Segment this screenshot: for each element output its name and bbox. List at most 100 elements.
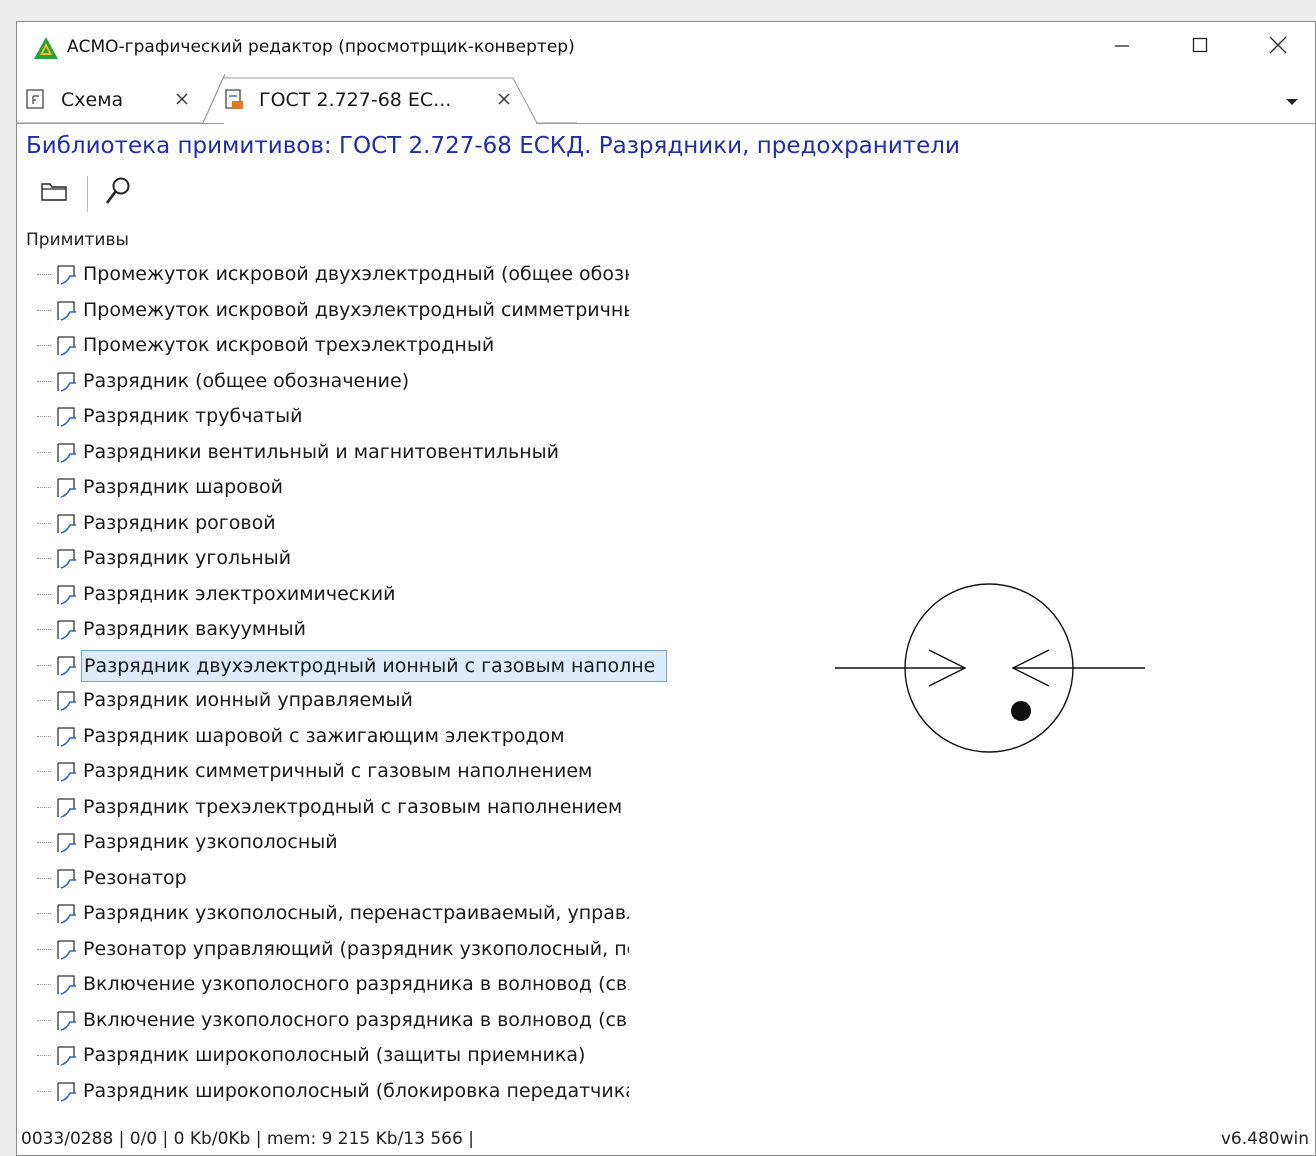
tree-item[interactable]: Включение узкополосного разрядника в вол… bbox=[17, 966, 697, 1002]
tab-library-label: ГОСТ 2.727-68 ЕС... bbox=[259, 89, 452, 111]
tree-connector bbox=[37, 1055, 51, 1056]
tab-bar: Схема ГОСТ 2.727-68 ЕС... bbox=[17, 74, 1315, 124]
tree-item-label: Разрядники вентильный и магнитовентильны… bbox=[83, 440, 559, 463]
tab-list-dropdown[interactable] bbox=[1279, 90, 1305, 110]
tree-item-label: Разрядник шаровой bbox=[83, 476, 284, 498]
tree-connector bbox=[37, 522, 51, 524]
tree-item[interactable]: Промежуток искровой двухэлектродный (общ… bbox=[17, 256, 697, 292]
tree-item[interactable]: Разрядник трубчатый bbox=[17, 398, 697, 434]
primitive-icon bbox=[55, 939, 79, 961]
tree-item[interactable]: Резонатор bbox=[17, 860, 697, 896]
tree-item-label: Разрядник широкополосный (защиты приемни… bbox=[83, 1044, 586, 1066]
tree-connector bbox=[37, 948, 51, 950]
tree-item-label: Включение узкополосного разрядника в вол… bbox=[83, 973, 629, 995]
tree-item-label: Резонатор bbox=[83, 866, 187, 889]
tree-item-label: Разрядник двухэлектродный ионный с газов… bbox=[81, 649, 667, 682]
tree-item[interactable]: Разрядник двухэлектродный ионный с газов… bbox=[17, 647, 697, 683]
tree-item[interactable]: Разрядник электрохимический bbox=[17, 576, 697, 612]
status-info: 0033/0288 | 0/0 | 0 Kb/0Kb | mem: 9 215 … bbox=[21, 1129, 474, 1149]
tree-item[interactable]: Разрядник шаровой с зажигающим электродо… bbox=[17, 718, 697, 754]
toolbar-separator bbox=[87, 176, 88, 212]
primitive-icon bbox=[55, 406, 79, 428]
primitive-icon bbox=[55, 619, 79, 641]
tree-connector bbox=[37, 664, 51, 666]
tree-connector bbox=[37, 309, 51, 311]
tree-connector bbox=[37, 877, 51, 879]
tree-item[interactable]: Разрядники вентильный и магнитовентильны… bbox=[17, 434, 697, 470]
tree-item-label: Разрядник (общее обозначение) bbox=[83, 369, 410, 392]
tree-item[interactable]: Промежуток искровой трехэлектродный bbox=[17, 327, 697, 363]
primitive-icon bbox=[55, 974, 79, 996]
tree-item-label: Промежуток искровой трехэлектродный bbox=[83, 334, 495, 356]
tree-item-label: Резонатор управляющий (разрядник узкопол… bbox=[83, 937, 629, 960]
open-folder-button[interactable] bbox=[37, 176, 71, 210]
tree-item[interactable]: Разрядник вакуумный bbox=[17, 611, 697, 647]
tree-connector bbox=[37, 487, 51, 488]
tab-schema-close-icon[interactable] bbox=[171, 88, 193, 110]
tree-item-label: Промежуток искровой двухэлектродный симм… bbox=[83, 298, 629, 321]
tree-item[interactable]: Разрядник (общее обозначение) bbox=[17, 363, 697, 399]
close-window-button[interactable] bbox=[1239, 22, 1316, 72]
tree-connector bbox=[37, 345, 51, 346]
tree-connector bbox=[37, 842, 51, 843]
tree-connector bbox=[37, 1090, 51, 1092]
search-button[interactable] bbox=[101, 176, 135, 210]
tab-library-close-icon[interactable] bbox=[493, 88, 515, 110]
window-title: АСМО-графический редактор (просмотрщик-к… bbox=[67, 37, 575, 57]
primitive-icon bbox=[55, 300, 79, 322]
primitive-icon bbox=[55, 690, 79, 712]
maximize-icon bbox=[1192, 37, 1208, 57]
primitive-icon bbox=[55, 264, 79, 286]
primitive-icon bbox=[55, 655, 79, 677]
tree-item[interactable]: Резонатор управляющий (разрядник узкопол… bbox=[17, 931, 697, 967]
primitive-icon bbox=[55, 584, 79, 606]
primitive-icon bbox=[55, 868, 79, 890]
tree-item[interactable]: Разрядник узкополосный bbox=[17, 824, 697, 860]
tree-connector bbox=[37, 771, 51, 772]
arrester-symbol bbox=[835, 583, 1145, 753]
tab-schema-label: Схема bbox=[61, 89, 124, 111]
tree-root-label[interactable]: Примитивы bbox=[26, 228, 129, 252]
tree-item-label: Разрядник угольный bbox=[83, 547, 292, 569]
tree-item-label: Разрядник электрохимический bbox=[83, 582, 396, 605]
tree-connector bbox=[37, 416, 51, 417]
primitive-icon bbox=[55, 1045, 79, 1067]
primitive-icon bbox=[55, 477, 79, 499]
primitive-icon bbox=[55, 761, 79, 783]
primitive-icon bbox=[55, 797, 79, 819]
tree-item[interactable]: Разрядник трехэлектродный с газовым напо… bbox=[17, 789, 697, 825]
tree-item-label: Разрядник трехэлектродный с газовым напо… bbox=[83, 795, 623, 818]
tree-item-label: Разрядник ионный управляемый bbox=[83, 689, 413, 711]
folder-icon bbox=[40, 180, 68, 206]
tree-item[interactable]: Разрядник узкополосный, перенастраиваемы… bbox=[17, 895, 697, 931]
tree-item[interactable]: Разрядник шаровой bbox=[17, 469, 697, 505]
tree-item[interactable]: Разрядник симметричный с газовым наполне… bbox=[17, 753, 697, 789]
minimize-icon bbox=[1114, 37, 1130, 57]
primitive-preview bbox=[835, 578, 1147, 758]
version-label: v6.480win bbox=[1220, 1129, 1309, 1149]
tree-connector bbox=[37, 380, 51, 382]
tree-item[interactable]: Разрядник широкополосный (блокировка пер… bbox=[17, 1073, 697, 1109]
close-icon bbox=[1269, 36, 1287, 58]
tree-connector bbox=[37, 451, 51, 453]
title-bar[interactable]: АСМО-графический редактор (просмотрщик-к… bbox=[17, 22, 1315, 72]
primitive-icon bbox=[55, 548, 79, 570]
tree-item[interactable]: Промежуток искровой двухэлектродный симм… bbox=[17, 292, 697, 328]
primitives-tree[interactable]: Промежуток искровой двухэлектродный (общ… bbox=[17, 256, 697, 1112]
primitive-icon bbox=[55, 832, 79, 854]
tree-item-label: Разрядник шаровой с зажигающим электродо… bbox=[83, 724, 565, 747]
tree-item-label: Разрядник узкополосный bbox=[83, 831, 338, 853]
status-bar: 0033/0288 | 0/0 | 0 Kb/0Kb | mem: 9 215 … bbox=[17, 1123, 1315, 1155]
tree-item[interactable]: Разрядник ионный управляемый bbox=[17, 682, 697, 718]
tree-connector bbox=[37, 274, 51, 275]
tree-item[interactable]: Разрядник угольный bbox=[17, 540, 697, 576]
search-icon bbox=[105, 176, 131, 210]
minimize-button[interactable] bbox=[1083, 22, 1161, 72]
tree-connector bbox=[37, 735, 51, 737]
tree-item[interactable]: Разрядник широкополосный (защиты приемни… bbox=[17, 1037, 697, 1073]
tree-item[interactable]: Включение узкополосного разрядника в вол… bbox=[17, 1002, 697, 1038]
tree-connector bbox=[37, 1019, 51, 1021]
tree-item[interactable]: Разрядник роговой bbox=[17, 505, 697, 541]
maximize-button[interactable] bbox=[1161, 22, 1239, 72]
library-title: Библиотека примитивов: ГОСТ 2.727-68 ЕСК… bbox=[26, 133, 960, 159]
